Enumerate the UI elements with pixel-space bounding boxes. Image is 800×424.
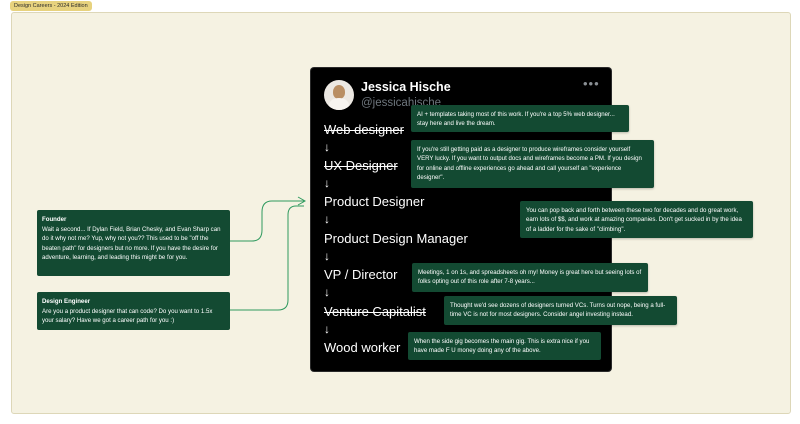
- more-options-icon[interactable]: •••: [583, 76, 600, 91]
- role-product-designer: Product Designer: [324, 194, 425, 209]
- engineer-connector: [230, 205, 304, 311]
- sticky-note-web-designer[interactable]: AI + templates taking most of this work.…: [411, 105, 629, 132]
- down-arrow-icon: ↓: [324, 212, 330, 226]
- sticky-note-wood-worker[interactable]: When the side gig becomes the main gig. …: [408, 332, 601, 360]
- sticky-note-founder[interactable]: Founder Wait a second... If Dylan Field,…: [37, 210, 230, 276]
- avatar[interactable]: [324, 80, 354, 110]
- role-product-design-manager: Product Design Manager: [324, 231, 468, 246]
- design-engineer-title: Design Engineer: [42, 298, 91, 305]
- sticky-note-ux-designer[interactable]: If you're still getting paid as a design…: [411, 140, 654, 188]
- founder-connector: [230, 200, 304, 242]
- role-vp-director: VP / Director: [324, 267, 398, 282]
- author-name[interactable]: Jessica Hische: [361, 80, 451, 94]
- founder-body: Wait a second... If Dylan Field, Brian C…: [42, 225, 221, 262]
- role-web-designer: Web designer: [324, 122, 404, 137]
- sticky-note-venture-capitalist[interactable]: Thought we'd see dozens of designers tur…: [444, 296, 677, 325]
- design-engineer-body: Are you a product designer that can code…: [42, 307, 213, 325]
- role-wood-worker: Wood worker: [324, 340, 401, 355]
- sticky-note-vp-director[interactable]: Meetings, 1 on 1s, and spreadsheets oh m…: [412, 263, 648, 292]
- sticky-note-design-engineer[interactable]: Design Engineer Are you a product design…: [37, 292, 230, 330]
- role-ux-designer: UX Designer: [324, 158, 398, 173]
- down-arrow-icon: ↓: [324, 322, 330, 336]
- down-arrow-icon: ↓: [324, 176, 330, 190]
- down-arrow-icon: ↓: [324, 249, 330, 263]
- founder-title: Founder: [42, 216, 67, 223]
- down-arrow-icon: ↓: [324, 140, 330, 154]
- role-venture-capitalist: Venture Capitalist: [324, 304, 426, 319]
- down-arrow-icon: ↓: [324, 285, 330, 299]
- sticky-note-product-designer[interactable]: You can pop back and forth between these…: [520, 201, 753, 238]
